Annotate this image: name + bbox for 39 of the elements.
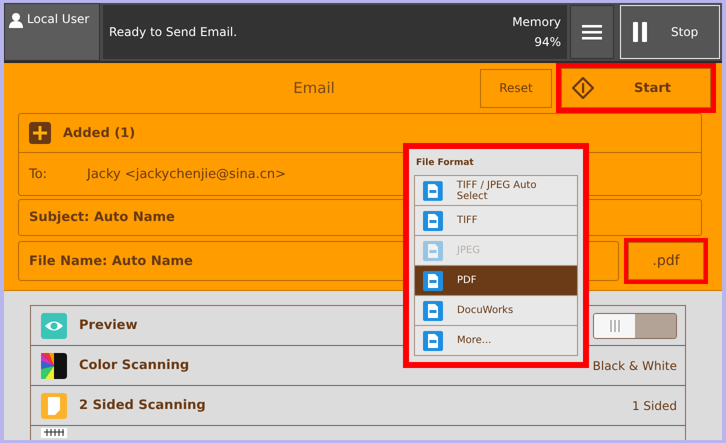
file-icon xyxy=(423,210,443,230)
format-option[interactable]: TIFF / JPEG Auto Select xyxy=(415,176,577,206)
grip-icon xyxy=(610,320,620,332)
feature-value: 1 Sided xyxy=(632,398,677,412)
file-format-button[interactable]: .pdf xyxy=(628,242,704,280)
file-icon xyxy=(423,180,443,200)
to-label: To: xyxy=(29,166,48,182)
plus-icon xyxy=(29,122,51,144)
eye-icon xyxy=(41,312,67,338)
recipient-address[interactable]: Jacky <jackychenjie@sina.cn> xyxy=(87,166,286,182)
file-icon xyxy=(423,240,443,260)
feature-label[interactable]: 2 Sided Scanning xyxy=(79,398,620,413)
preview-toggle[interactable] xyxy=(593,312,677,338)
user-icon xyxy=(9,12,23,28)
file-icon xyxy=(423,300,443,320)
format-option[interactable]: PDF xyxy=(415,266,577,296)
start-icon xyxy=(572,77,594,100)
memory-label: Memory xyxy=(512,15,561,29)
format-option[interactable]: TIFF xyxy=(415,206,577,236)
stop-button[interactable]: Stop xyxy=(620,5,720,59)
file-icon xyxy=(423,270,443,290)
menu-icon xyxy=(582,24,602,40)
reset-button[interactable]: Reset xyxy=(480,68,552,108)
file-icon xyxy=(423,330,443,350)
grid-icon xyxy=(41,428,67,438)
format-option[interactable]: More... xyxy=(415,326,577,355)
color-wheel-icon xyxy=(41,352,67,378)
user-button[interactable]: Local User xyxy=(4,3,100,61)
pause-icon xyxy=(633,22,647,42)
popup-title: File Format xyxy=(416,158,475,168)
format-option[interactable]: DocuWorks xyxy=(415,296,577,326)
screen-title: Email xyxy=(292,79,336,98)
status-message: Ready to Send Email. xyxy=(109,25,238,39)
page-icon xyxy=(41,392,67,418)
start-button[interactable]: Start xyxy=(561,68,711,108)
added-count: Added (1) xyxy=(63,126,136,141)
memory-value: 94% xyxy=(534,35,561,49)
feature-value: Black & White xyxy=(592,358,677,372)
menu-button[interactable] xyxy=(570,5,614,59)
